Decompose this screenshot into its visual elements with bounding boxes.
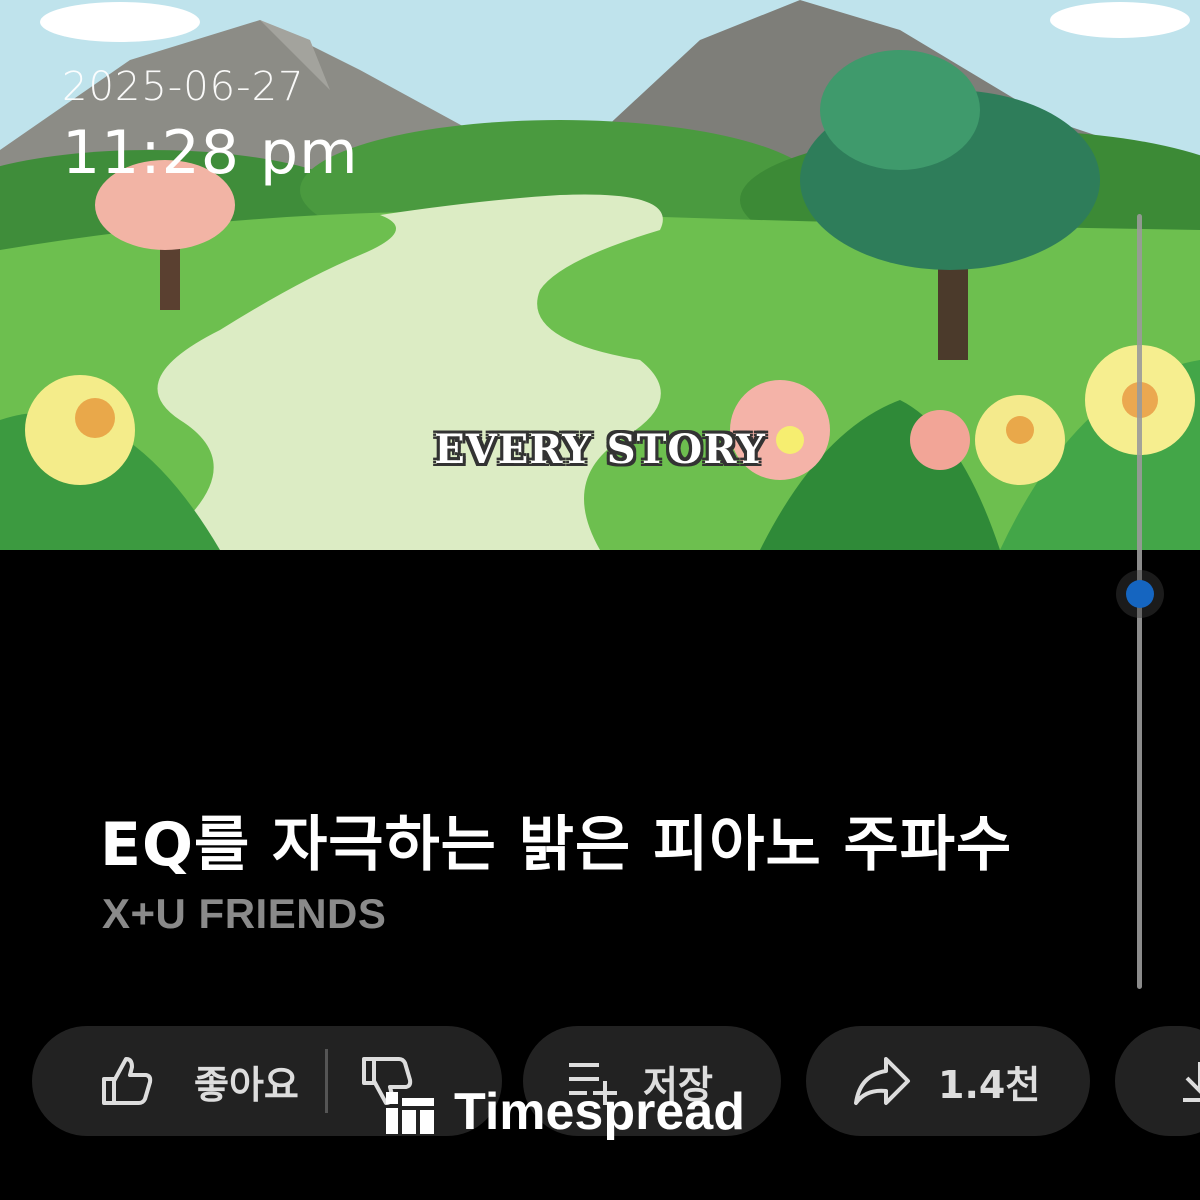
download-icon — [1183, 1062, 1200, 1102]
timespread-logo-icon — [386, 1088, 434, 1136]
video-thumbnail[interactable]: 2025-06-27 11:28 pm EVERY STORY — [0, 0, 1200, 550]
date-text: 2025-06-27 — [62, 64, 305, 110]
scroll-thumb[interactable] — [1126, 579, 1154, 608]
timestamp-overlay: 2025-06-27 11:28 pm — [62, 64, 359, 188]
share-count: 1.4천 — [938, 1062, 1041, 1107]
watermark-brand: Timespread — [454, 1083, 745, 1141]
share-button[interactable]: 1.4천 — [806, 1026, 1090, 1136]
watermark: Timespread — [386, 1082, 745, 1142]
channel-name[interactable]: X+U FRIENDS — [102, 890, 386, 938]
share-icon — [854, 1057, 910, 1105]
time-text: 11:28 pm — [62, 118, 359, 188]
download-button[interactable] — [1115, 1026, 1200, 1136]
like-label: 좋아요 — [194, 1062, 299, 1107]
video-title[interactable]: EQ를 자극하는 밝은 피아노 주파수 — [100, 796, 1012, 883]
like-button[interactable]: 좋아요 — [32, 1049, 299, 1113]
thumbnail-caption: EVERY STORY — [434, 426, 766, 473]
scrollbar[interactable] — [1126, 214, 1154, 989]
thumbs-up-icon — [102, 1057, 153, 1105]
divider — [324, 1049, 328, 1113]
